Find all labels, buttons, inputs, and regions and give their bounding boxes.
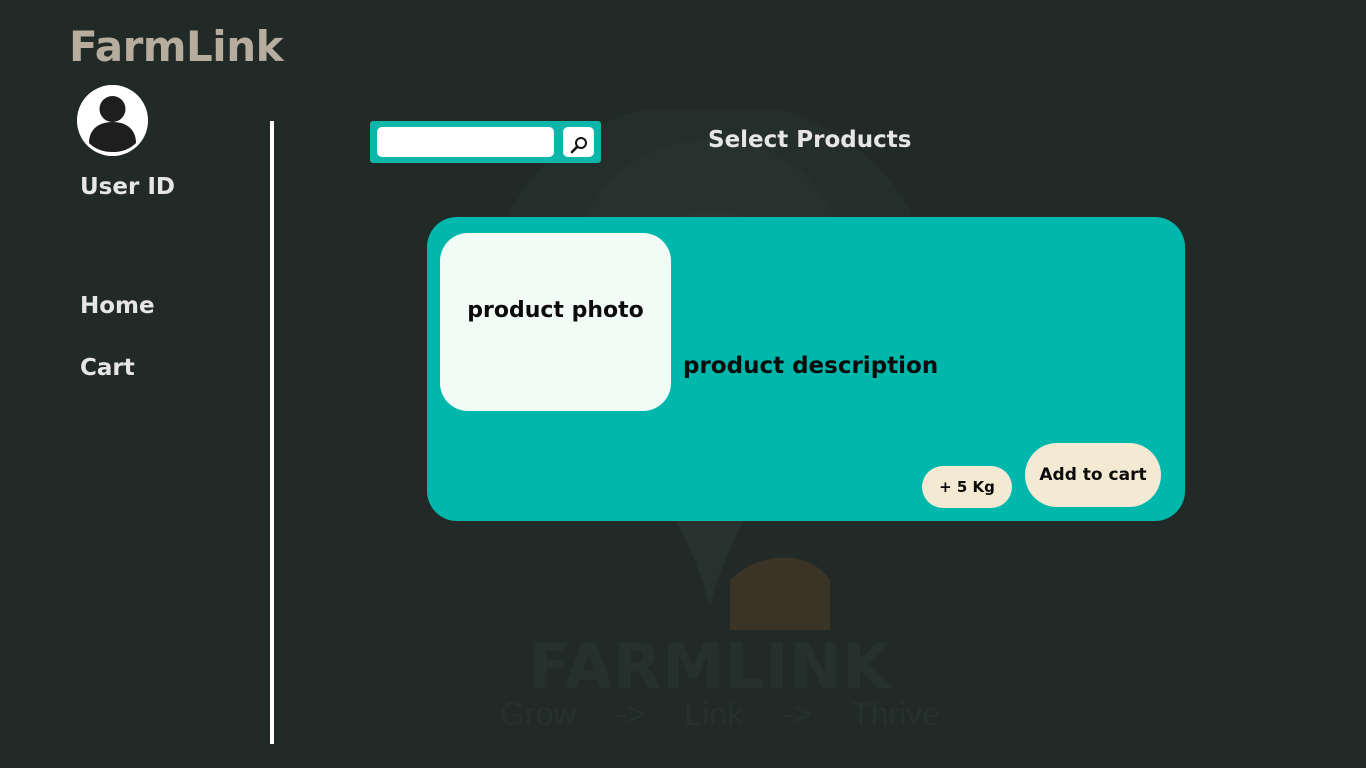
product-description: product description: [683, 353, 939, 379]
sidebar-divider: [270, 121, 274, 744]
add-to-cart-button[interactable]: Add to cart: [1025, 443, 1161, 507]
search-bar: [370, 121, 601, 163]
avatar[interactable]: [77, 85, 148, 156]
product-photo-label: product photo: [467, 297, 644, 323]
product-photo[interactable]: product photo: [440, 233, 671, 411]
brand-title: FarmLink: [69, 22, 284, 71]
watermark-name: FARMLINK: [528, 630, 892, 703]
watermark-tagline-arrow: ->: [615, 696, 646, 732]
sidebar-item-home[interactable]: Home: [80, 293, 155, 319]
magnifier-icon: [570, 136, 587, 153]
farmlink-screen: FARMLINK Grow -> Link -> Thrive FarmLink…: [0, 0, 1366, 768]
watermark-tagline-word: Grow: [500, 696, 577, 732]
watermark-tagline-word: Thrive: [851, 696, 940, 732]
quantity-add-button[interactable]: + 5 Kg: [922, 466, 1012, 508]
search-button[interactable]: [563, 127, 594, 157]
user-id-label: User ID: [80, 174, 175, 200]
watermark-tagline: Grow -> Link -> Thrive: [500, 696, 940, 733]
search-input[interactable]: [377, 127, 554, 157]
user-silhouette-icon: [77, 85, 148, 156]
watermark-tagline-arrow: ->: [782, 696, 812, 732]
product-card: product photo product description + 5 Kg…: [427, 217, 1185, 521]
watermark-tagline-word: Link: [684, 696, 744, 732]
page-title: Select Products: [708, 127, 912, 153]
sidebar-item-cart[interactable]: Cart: [80, 355, 135, 381]
